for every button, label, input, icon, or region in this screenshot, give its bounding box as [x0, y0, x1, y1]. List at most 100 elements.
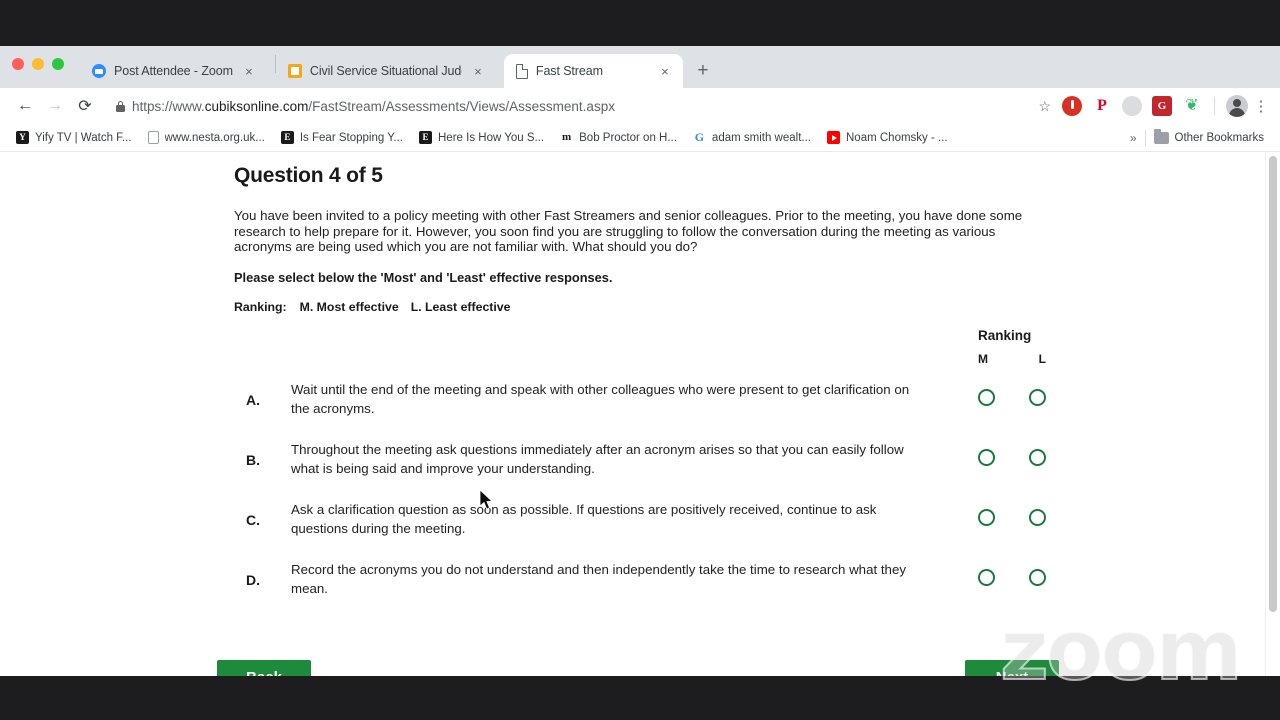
next-button[interactable]: Next: [965, 660, 1059, 676]
close-icon[interactable]: ×: [470, 65, 486, 78]
bookmark-nesta[interactable]: www.nesta.org.uk...: [140, 131, 273, 144]
evernote-extension-icon[interactable]: ❦: [1182, 96, 1202, 116]
option-row-a: A. Wait until the end of the meeting and…: [0, 374, 1264, 434]
red-square-extension-icon[interactable]: G: [1152, 96, 1172, 116]
page-viewport: Question 4 of 5 You have been invited to…: [0, 152, 1280, 676]
bookmark-label: Yify TV | Watch F...: [35, 131, 132, 144]
toolbar-divider: [1214, 97, 1215, 115]
option-row-c: C. Ask a clarification question as soon …: [0, 494, 1264, 554]
ranking-key-least: L. Least effective: [410, 300, 511, 314]
bookmark-label: adam smith wealt...: [711, 131, 811, 144]
option-letter: A.: [246, 392, 260, 408]
vertical-scrollbar[interactable]: [1265, 152, 1280, 676]
yify-icon: Y: [16, 131, 29, 144]
browser-toolbar: ← → ⟳ https://www.cubiksonline.com/FastS…: [0, 88, 1280, 124]
option-text: Wait until the end of the meeting and sp…: [291, 382, 910, 416]
medium-m-icon: m: [560, 131, 574, 144]
tab-title: Civil Service Situational Judge: [309, 64, 462, 78]
radio-most-d[interactable]: [978, 569, 995, 586]
bookmark-label: Here Is How You S...: [438, 131, 545, 144]
url-text: https://www.cubiksonline.com/FastStream/…: [132, 99, 615, 114]
tab-post-attendee-zoom[interactable]: Post Attendee - Zoom ×: [80, 54, 275, 88]
bookmarks-overflow-icon[interactable]: »: [1122, 131, 1145, 145]
options-list: A. Wait until the end of the meeting and…: [0, 374, 1264, 614]
tab-civil-service-situational-judgement[interactable]: Civil Service Situational Judge ×: [276, 54, 504, 88]
option-radios: [978, 389, 1046, 406]
ranking-key-most: M. Most effective: [299, 300, 399, 314]
browser-window: Post Attendee - Zoom × Civil Service Sit…: [0, 46, 1280, 676]
reload-icon[interactable]: ⟳: [70, 91, 100, 121]
tab-fast-stream[interactable]: Fast Stream ×: [503, 54, 683, 88]
other-bookmarks-folder[interactable]: Other Bookmarks: [1146, 128, 1272, 144]
radio-least-d[interactable]: [1029, 569, 1046, 586]
new-tab-button[interactable]: +: [689, 56, 717, 84]
page-title: Question 4 of 5: [234, 164, 383, 187]
address-bar[interactable]: https://www.cubiksonline.com/FastStream/…: [106, 93, 1032, 119]
profile-avatar[interactable]: [1226, 95, 1248, 117]
window-traffic-lights: [12, 58, 64, 70]
option-row-b: B. Throughout the meeting ask questions …: [0, 434, 1264, 494]
folder-icon: [1153, 128, 1169, 144]
back-icon[interactable]: ←: [10, 91, 40, 121]
grey-circle-extension-icon[interactable]: [1122, 96, 1142, 116]
radio-least-b[interactable]: [1029, 449, 1046, 466]
bookmark-is-fear-stopping-you[interactable]: E Is Fear Stopping Y...: [273, 131, 411, 144]
option-text: Throughout the meeting ask questions imm…: [291, 442, 904, 476]
other-bookmarks-label: Other Bookmarks: [1174, 131, 1264, 144]
zoom-logo-icon: [92, 64, 106, 78]
document-icon: [515, 63, 528, 79]
radio-most-c[interactable]: [978, 509, 995, 526]
ranking-column-header: Ranking: [978, 328, 1032, 343]
minimize-window-button[interactable]: [32, 58, 44, 70]
back-button[interactable]: Back: [217, 660, 311, 676]
close-icon[interactable]: ×: [657, 65, 673, 78]
forward-icon[interactable]: →: [40, 91, 70, 121]
close-icon[interactable]: ×: [241, 65, 257, 78]
radio-least-c[interactable]: [1029, 509, 1046, 526]
evernote-e-icon: E: [419, 131, 432, 144]
tab-title: Fast Stream: [535, 64, 603, 78]
letterbox-bottom: [0, 676, 1280, 720]
evernote-e-icon: E: [280, 131, 294, 144]
radio-most-a[interactable]: [978, 389, 995, 406]
option-row-d: D. Record the acronyms you do not unders…: [0, 554, 1264, 614]
ranking-subheaders: M L: [978, 352, 1046, 366]
pinterest-extension-icon[interactable]: P: [1092, 96, 1112, 116]
radio-most-b[interactable]: [978, 449, 995, 466]
close-window-button[interactable]: [12, 58, 24, 70]
tab-strip: Post Attendee - Zoom × Civil Service Sit…: [0, 46, 1280, 88]
scrollbar-thumb[interactable]: [1269, 156, 1277, 612]
instruction-text: Please select below the 'Most' and 'Leas…: [234, 270, 613, 285]
red-circle-extension-icon[interactable]: [1062, 96, 1082, 116]
bookmark-bob-proctor[interactable]: m Bob Proctor on H...: [552, 131, 685, 144]
option-text: Record the acronyms you do not understan…: [291, 562, 906, 596]
bookmark-label: Noam Chomsky - ...: [846, 131, 948, 144]
bookmark-yify-tv[interactable]: Y Yify TV | Watch F...: [8, 131, 140, 144]
column-header-least: L: [1038, 352, 1046, 366]
url-domain: cubiksonline.com: [204, 98, 309, 114]
bookmark-star-icon[interactable]: ☆: [1038, 98, 1051, 115]
tab-list: Post Attendee - Zoom × Civil Service Sit…: [80, 46, 717, 88]
bookmark-noam-chomsky[interactable]: Noam Chomsky - ...: [819, 131, 956, 144]
orange-square-icon: [287, 64, 302, 78]
youtube-icon: [827, 131, 840, 144]
option-radios: [978, 449, 1046, 466]
bookmark-adam-smith-wealth[interactable]: G adam smith wealt...: [685, 131, 819, 144]
radio-least-a[interactable]: [1029, 389, 1046, 406]
maximize-window-button[interactable]: [52, 58, 64, 70]
option-letter: D.: [246, 572, 260, 588]
bookmark-label: Is Fear Stopping Y...: [299, 131, 403, 144]
page-icon: [147, 131, 159, 144]
bookmark-label: www.nesta.org.uk...: [164, 131, 265, 144]
option-radios: [978, 509, 1046, 526]
chrome-menu-icon[interactable]: ⋮: [1252, 99, 1270, 114]
option-letter: B.: [246, 452, 260, 468]
bookmark-here-is-how-you[interactable]: E Here Is How You S...: [411, 131, 552, 144]
option-text: Ask a clarification question as soon as …: [291, 502, 877, 536]
url-path: /FastStream/Assessments/Views/Assessment…: [308, 98, 615, 114]
ranking-key-label: Ranking:: [234, 300, 287, 314]
column-header-most: M: [978, 352, 988, 366]
bookmark-label: Bob Proctor on H...: [579, 131, 677, 144]
scenario-text: You have been invited to a policy meetin…: [234, 208, 1023, 254]
url-scheme: https://www.: [132, 98, 205, 114]
